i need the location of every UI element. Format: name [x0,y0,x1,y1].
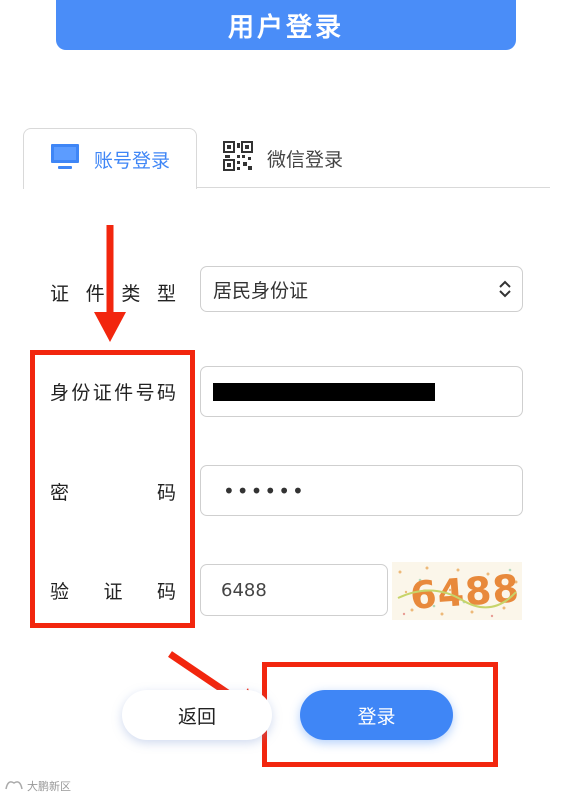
watermark-text: 大鹏新区 [27,779,71,793]
watermark: 大鹏新区 [4,777,71,794]
arrow-down-icon [94,225,126,342]
watermark-logo-icon [4,777,24,794]
annotation-arrows [94,225,256,716]
back-button[interactable]: 返回 [122,690,272,740]
login-button[interactable]: 登录 [300,690,453,740]
